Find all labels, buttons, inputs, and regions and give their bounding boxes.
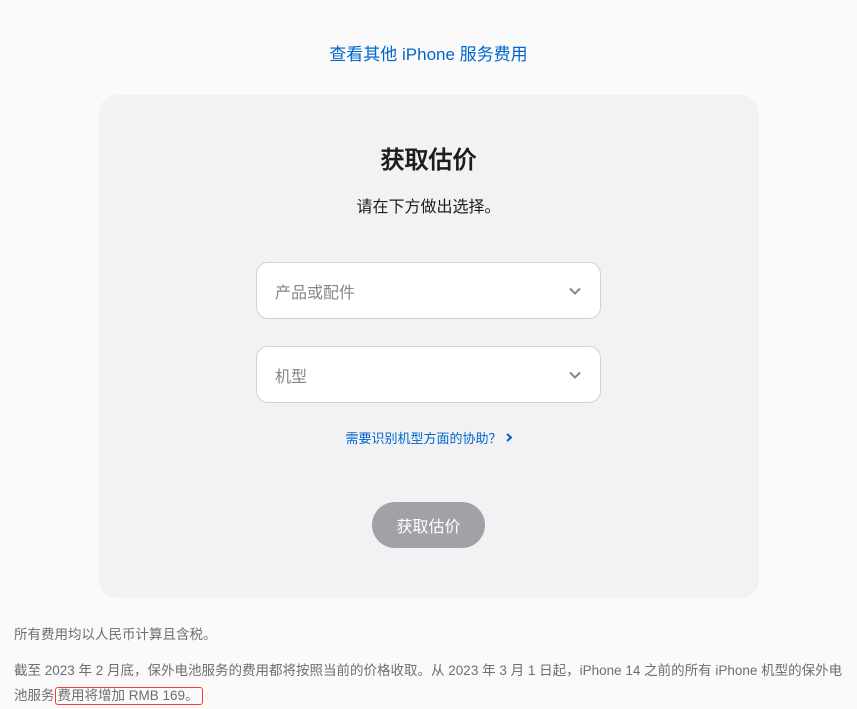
chevron-right-icon: [506, 433, 512, 442]
estimate-card: 获取估价 请在下方做出选择。 产品或配件 机型 需要识别机型方面的协助？ 获取估…: [99, 95, 759, 598]
card-title: 获取估价: [159, 140, 699, 175]
other-services-link[interactable]: 查看其他 iPhone 服务费用: [329, 45, 527, 64]
help-link-label: 需要识别机型方面的协助？: [345, 428, 501, 447]
chevron-down-icon: [568, 368, 582, 382]
footer-line-1: 所有费用均以人民币计算且含税。: [14, 622, 843, 648]
product-select[interactable]: 产品或配件: [256, 262, 601, 319]
footer-notes: 所有费用均以人民币计算且含税。 截至 2023 年 2 月底，保外电池服务的费用…: [0, 598, 857, 709]
identify-model-help-link[interactable]: 需要识别机型方面的协助？: [345, 428, 511, 447]
footer-line-2: 截至 2023 年 2 月底，保外电池服务的费用都将按照当前的价格收取。从 20…: [14, 658, 843, 709]
chevron-down-icon: [568, 284, 582, 298]
product-select-placeholder: 产品或配件: [275, 279, 355, 303]
card-subtitle: 请在下方做出选择。: [159, 193, 699, 217]
model-select-placeholder: 机型: [275, 363, 307, 387]
get-estimate-button[interactable]: 获取估价: [372, 502, 484, 548]
price-increase-highlight: 费用将增加 RMB 169。: [55, 687, 203, 705]
model-select[interactable]: 机型: [256, 346, 601, 403]
